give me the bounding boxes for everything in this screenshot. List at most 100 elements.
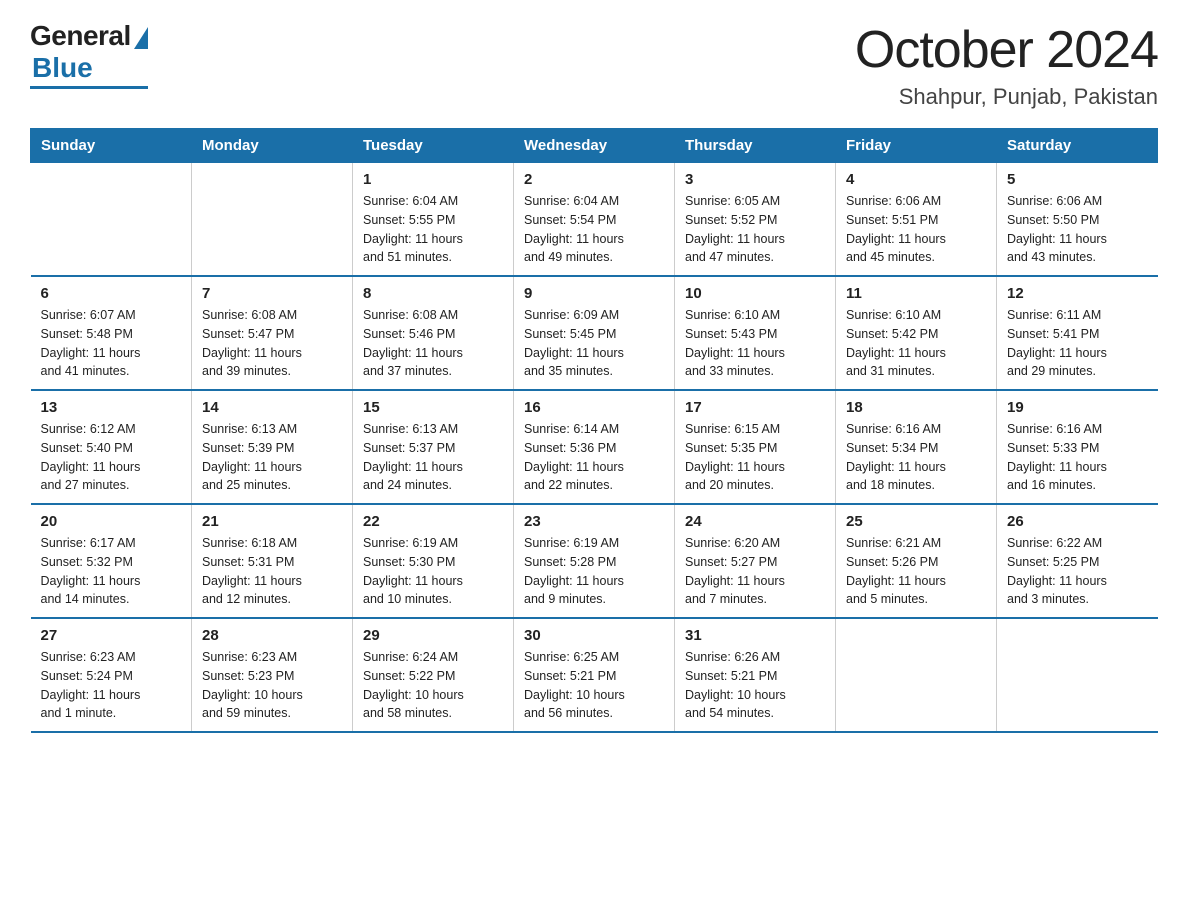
day-info: Sunrise: 6:18 AMSunset: 5:31 PMDaylight:… — [202, 534, 342, 609]
calendar-cell: 28 Sunrise: 6:23 AMSunset: 5:23 PMDayligh… — [192, 618, 353, 732]
day-number: 24 — [685, 513, 825, 530]
day-number: 29 — [363, 627, 503, 644]
day-number: 12 — [1007, 285, 1148, 302]
calendar-cell — [836, 618, 997, 732]
calendar-cell: 1Sunrise: 6:04 AMSunset: 5:55 PMDaylight… — [353, 163, 514, 277]
calendar-cell — [192, 163, 353, 277]
calendar-cell: 25 Sunrise: 6:21 AMSunset: 5:26 PMDayligh… — [836, 504, 997, 618]
calendar-header: SundayMondayTuesdayWednesdayThursdayFrid… — [31, 129, 1158, 163]
calendar-cell: 23 Sunrise: 6:19 AMSunset: 5:28 PMDayligh… — [514, 504, 675, 618]
day-number: 8 — [363, 285, 503, 302]
header-cell-monday: Monday — [192, 129, 353, 163]
day-number: 23 — [524, 513, 664, 530]
page-header: General Blue October 2024 Shahpur, Punja… — [30, 20, 1158, 110]
day-info: Sunrise: 6:20 AMSunset: 5:27 PMDaylight:… — [685, 534, 825, 609]
week-row-2: 6 Sunrise: 6:07 AMSunset: 5:48 PMDaylight… — [31, 276, 1158, 390]
calendar-cell — [31, 163, 192, 277]
week-row-3: 13Sunrise: 6:12 AMSunset: 5:40 PMDayligh… — [31, 390, 1158, 504]
day-number: 19 — [1007, 399, 1148, 416]
day-info: Sunrise: 6:06 AMSunset: 5:50 PMDaylight:… — [1007, 192, 1148, 267]
calendar-cell: 20Sunrise: 6:17 AMSunset: 5:32 PMDayligh… — [31, 504, 192, 618]
day-number: 28 — [202, 627, 342, 644]
calendar-cell: 15 Sunrise: 6:13 AMSunset: 5:37 PMDayligh… — [353, 390, 514, 504]
day-number: 13 — [41, 399, 182, 416]
header-cell-wednesday: Wednesday — [514, 129, 675, 163]
day-info: Sunrise: 6:26 AMSunset: 5:21 PMDaylight:… — [685, 648, 825, 723]
day-number: 17 — [685, 399, 825, 416]
day-number: 15 — [363, 399, 503, 416]
logo: General Blue — [30, 20, 148, 89]
calendar-body: 1Sunrise: 6:04 AMSunset: 5:55 PMDaylight… — [31, 163, 1158, 733]
calendar-cell: 26 Sunrise: 6:22 AMSunset: 5:25 PMDayligh… — [997, 504, 1158, 618]
day-info: Sunrise: 6:13 AMSunset: 5:37 PMDaylight:… — [363, 420, 503, 495]
calendar-cell: 31 Sunrise: 6:26 AMSunset: 5:21 PMDayligh… — [675, 618, 836, 732]
calendar-cell: 19Sunrise: 6:16 AMSunset: 5:33 PMDayligh… — [997, 390, 1158, 504]
logo-triangle-icon — [134, 27, 148, 49]
day-number: 31 — [685, 627, 825, 644]
header-cell-thursday: Thursday — [675, 129, 836, 163]
day-info: Sunrise: 6:22 AMSunset: 5:25 PMDaylight:… — [1007, 534, 1148, 609]
day-number: 25 — [846, 513, 986, 530]
logo-general-text: General — [30, 20, 131, 52]
calendar-cell: 21Sunrise: 6:18 AMSunset: 5:31 PMDayligh… — [192, 504, 353, 618]
calendar-cell: 29Sunrise: 6:24 AMSunset: 5:22 PMDayligh… — [353, 618, 514, 732]
calendar-cell: 17 Sunrise: 6:15 AMSunset: 5:35 PMDayligh… — [675, 390, 836, 504]
calendar-table: SundayMondayTuesdayWednesdayThursdayFrid… — [30, 128, 1158, 733]
week-row-4: 20Sunrise: 6:17 AMSunset: 5:32 PMDayligh… — [31, 504, 1158, 618]
day-number: 3 — [685, 171, 825, 188]
calendar-cell: 14Sunrise: 6:13 AMSunset: 5:39 PMDayligh… — [192, 390, 353, 504]
day-info: Sunrise: 6:21 AMSunset: 5:26 PMDaylight:… — [846, 534, 986, 609]
calendar-cell: 11Sunrise: 6:10 AMSunset: 5:42 PMDayligh… — [836, 276, 997, 390]
day-info: Sunrise: 6:06 AMSunset: 5:51 PMDaylight:… — [846, 192, 986, 267]
calendar-cell: 27 Sunrise: 6:23 AMSunset: 5:24 PMDayligh… — [31, 618, 192, 732]
day-number: 27 — [41, 627, 182, 644]
day-info: Sunrise: 6:19 AMSunset: 5:30 PMDaylight:… — [363, 534, 503, 609]
day-info: Sunrise: 6:11 AMSunset: 5:41 PMDaylight:… — [1007, 306, 1148, 381]
calendar-cell: 12 Sunrise: 6:11 AMSunset: 5:41 PMDayligh… — [997, 276, 1158, 390]
calendar-title: October 2024 — [855, 20, 1158, 80]
calendar-cell: 18 Sunrise: 6:16 AMSunset: 5:34 PMDayligh… — [836, 390, 997, 504]
day-info: Sunrise: 6:10 AMSunset: 5:42 PMDaylight:… — [846, 306, 986, 381]
day-info: Sunrise: 6:23 AMSunset: 5:23 PMDaylight:… — [202, 648, 342, 723]
calendar-cell: 4 Sunrise: 6:06 AMSunset: 5:51 PMDaylight… — [836, 163, 997, 277]
day-info: Sunrise: 6:07 AMSunset: 5:48 PMDaylight:… — [41, 306, 182, 381]
day-info: Sunrise: 6:14 AMSunset: 5:36 PMDaylight:… — [524, 420, 664, 495]
day-number: 1 — [363, 171, 503, 188]
week-row-1: 1Sunrise: 6:04 AMSunset: 5:55 PMDaylight… — [31, 163, 1158, 277]
day-info: Sunrise: 6:05 AMSunset: 5:52 PMDaylight:… — [685, 192, 825, 267]
calendar-cell: 16Sunrise: 6:14 AMSunset: 5:36 PMDayligh… — [514, 390, 675, 504]
day-number: 6 — [41, 285, 182, 302]
day-info: Sunrise: 6:10 AMSunset: 5:43 PMDaylight:… — [685, 306, 825, 381]
logo-blue-text: Blue — [32, 52, 93, 84]
day-info: Sunrise: 6:17 AMSunset: 5:32 PMDaylight:… — [41, 534, 182, 609]
day-info: Sunrise: 6:19 AMSunset: 5:28 PMDaylight:… — [524, 534, 664, 609]
day-info: Sunrise: 6:13 AMSunset: 5:39 PMDaylight:… — [202, 420, 342, 495]
header-row: SundayMondayTuesdayWednesdayThursdayFrid… — [31, 129, 1158, 163]
week-row-5: 27 Sunrise: 6:23 AMSunset: 5:24 PMDayligh… — [31, 618, 1158, 732]
calendar-cell: 30Sunrise: 6:25 AMSunset: 5:21 PMDayligh… — [514, 618, 675, 732]
calendar-cell: 13Sunrise: 6:12 AMSunset: 5:40 PMDayligh… — [31, 390, 192, 504]
day-info: Sunrise: 6:16 AMSunset: 5:34 PMDaylight:… — [846, 420, 986, 495]
header-cell-saturday: Saturday — [997, 129, 1158, 163]
day-number: 9 — [524, 285, 664, 302]
day-number: 26 — [1007, 513, 1148, 530]
day-number: 5 — [1007, 171, 1148, 188]
calendar-cell: 9Sunrise: 6:09 AMSunset: 5:45 PMDaylight… — [514, 276, 675, 390]
calendar-cell: 8Sunrise: 6:08 AMSunset: 5:46 PMDaylight… — [353, 276, 514, 390]
day-number: 4 — [846, 171, 986, 188]
calendar-cell: 10 Sunrise: 6:10 AMSunset: 5:43 PMDayligh… — [675, 276, 836, 390]
day-info: Sunrise: 6:25 AMSunset: 5:21 PMDaylight:… — [524, 648, 664, 723]
title-block: October 2024 Shahpur, Punjab, Pakistan — [855, 20, 1158, 110]
day-number: 18 — [846, 399, 986, 416]
header-cell-sunday: Sunday — [31, 129, 192, 163]
calendar-subtitle: Shahpur, Punjab, Pakistan — [855, 84, 1158, 110]
day-number: 7 — [202, 285, 342, 302]
calendar-cell — [997, 618, 1158, 732]
day-info: Sunrise: 6:08 AMSunset: 5:47 PMDaylight:… — [202, 306, 342, 381]
day-number: 2 — [524, 171, 664, 188]
calendar-cell: 24 Sunrise: 6:20 AMSunset: 5:27 PMDayligh… — [675, 504, 836, 618]
day-info: Sunrise: 6:15 AMSunset: 5:35 PMDaylight:… — [685, 420, 825, 495]
day-info: Sunrise: 6:23 AMSunset: 5:24 PMDaylight:… — [41, 648, 182, 723]
day-number: 10 — [685, 285, 825, 302]
logo-underline — [30, 86, 148, 89]
